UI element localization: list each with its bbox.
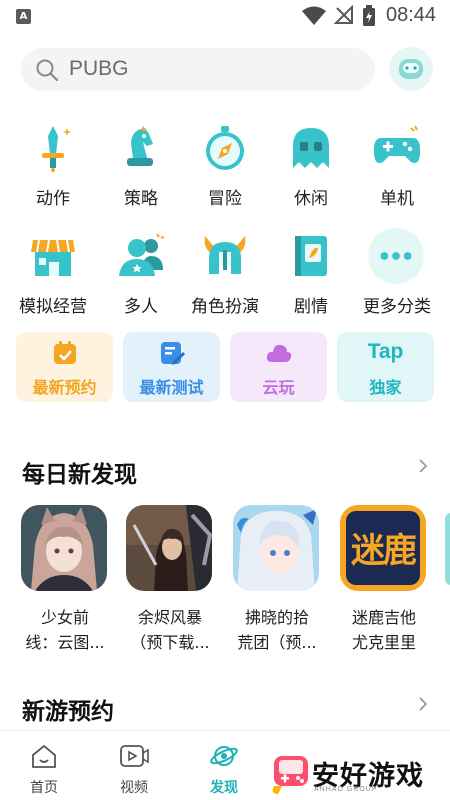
calendar-check-icon <box>54 341 76 364</box>
chess-knight-icon <box>127 126 153 166</box>
game-logo-text: 迷鹿 <box>351 531 417 571</box>
watermark-subtext: ANHAO.GROUP <box>314 786 378 793</box>
game-item[interactable]: 余烬风暴 （预下载... <box>126 505 214 655</box>
game-item[interactable]: 拂晓的拾 荒团（预... <box>233 505 321 655</box>
game-name: 余烬风暴 （预下载... <box>130 608 210 652</box>
card-label: 最新测试 <box>139 378 204 397</box>
game-item[interactable]: 少女前 线：云图... <box>21 505 109 655</box>
cloud-icon <box>266 344 292 362</box>
search-icon <box>36 59 59 82</box>
viking-helmet-icon <box>204 236 246 274</box>
gamepad-icon <box>373 125 421 163</box>
clock: 08:44 <box>386 4 437 26</box>
wifi-icon <box>302 6 326 25</box>
shop-icon <box>31 239 75 276</box>
game-thumbnail-partial <box>445 513 450 585</box>
edit-icon <box>161 342 185 365</box>
game-name: 迷鹿吉他 尤克里里 <box>351 608 416 652</box>
chevron-right-icon[interactable] <box>416 459 430 473</box>
game-thumbnail <box>21 505 107 591</box>
planet-icon <box>210 746 238 766</box>
game-thumbnail <box>126 505 212 591</box>
search-input[interactable]: PUBG <box>69 57 129 81</box>
card-exclusive[interactable]: Tap 独家 <box>337 332 434 402</box>
game-name: 拂晓的拾 荒团（预... <box>237 608 317 652</box>
handheld-console-icon <box>272 756 308 794</box>
card-label: 云玩 <box>262 378 295 397</box>
home-icon <box>32 744 56 768</box>
section-title-new-games: 新游预约 <box>22 699 114 725</box>
nav-label: 发现 <box>210 780 238 796</box>
game-name: 少女前 线：云图... <box>25 608 105 652</box>
card-label: 独家 <box>369 378 402 397</box>
more-icon <box>368 228 424 284</box>
book-icon <box>295 236 327 276</box>
multiplayer-icon <box>119 233 165 276</box>
ghost-icon <box>293 128 329 168</box>
watermark-logo: 安好游戏 ANHAO.GROUP <box>270 748 450 800</box>
battery-charging-icon <box>363 5 375 26</box>
tap-logo-icon: Tap <box>367 340 404 363</box>
card-cloud-play[interactable]: 云玩 <box>230 332 327 402</box>
game-controller-avatar-icon <box>399 59 423 79</box>
section-title-daily: 每日新发现 <box>22 462 137 488</box>
category-label: 单机 <box>380 189 414 209</box>
chevron-right-icon[interactable] <box>416 697 430 711</box>
game-item[interactable]: 迷鹿 迷鹿吉他 尤克里里 <box>340 505 428 655</box>
search-bar[interactable]: PUBG <box>21 48 375 91</box>
nav-home[interactable]: 首页 <box>14 743 74 797</box>
avatar[interactable] <box>389 47 433 91</box>
nav-label: 首页 <box>30 780 58 796</box>
notification-icon: A <box>16 9 31 24</box>
nav-label: 视频 <box>120 780 148 796</box>
card-latest-reservation[interactable]: 最新预约 <box>16 332 113 402</box>
compass-icon <box>206 126 244 170</box>
game-thumbnail: 迷鹿 <box>340 505 426 591</box>
no-signal-icon <box>334 5 353 24</box>
nav-video[interactable]: 视频 <box>104 743 164 797</box>
game-thumbnail <box>233 505 319 591</box>
category-label: 更多分类 <box>363 297 431 317</box>
card-latest-test[interactable]: 最新测试 <box>123 332 220 402</box>
nav-discover[interactable]: 发现 <box>194 743 254 797</box>
video-icon <box>120 745 149 767</box>
status-bar: A 08:44 <box>0 0 450 32</box>
sword-icon <box>42 126 71 172</box>
card-label: 最新预约 <box>32 378 97 397</box>
